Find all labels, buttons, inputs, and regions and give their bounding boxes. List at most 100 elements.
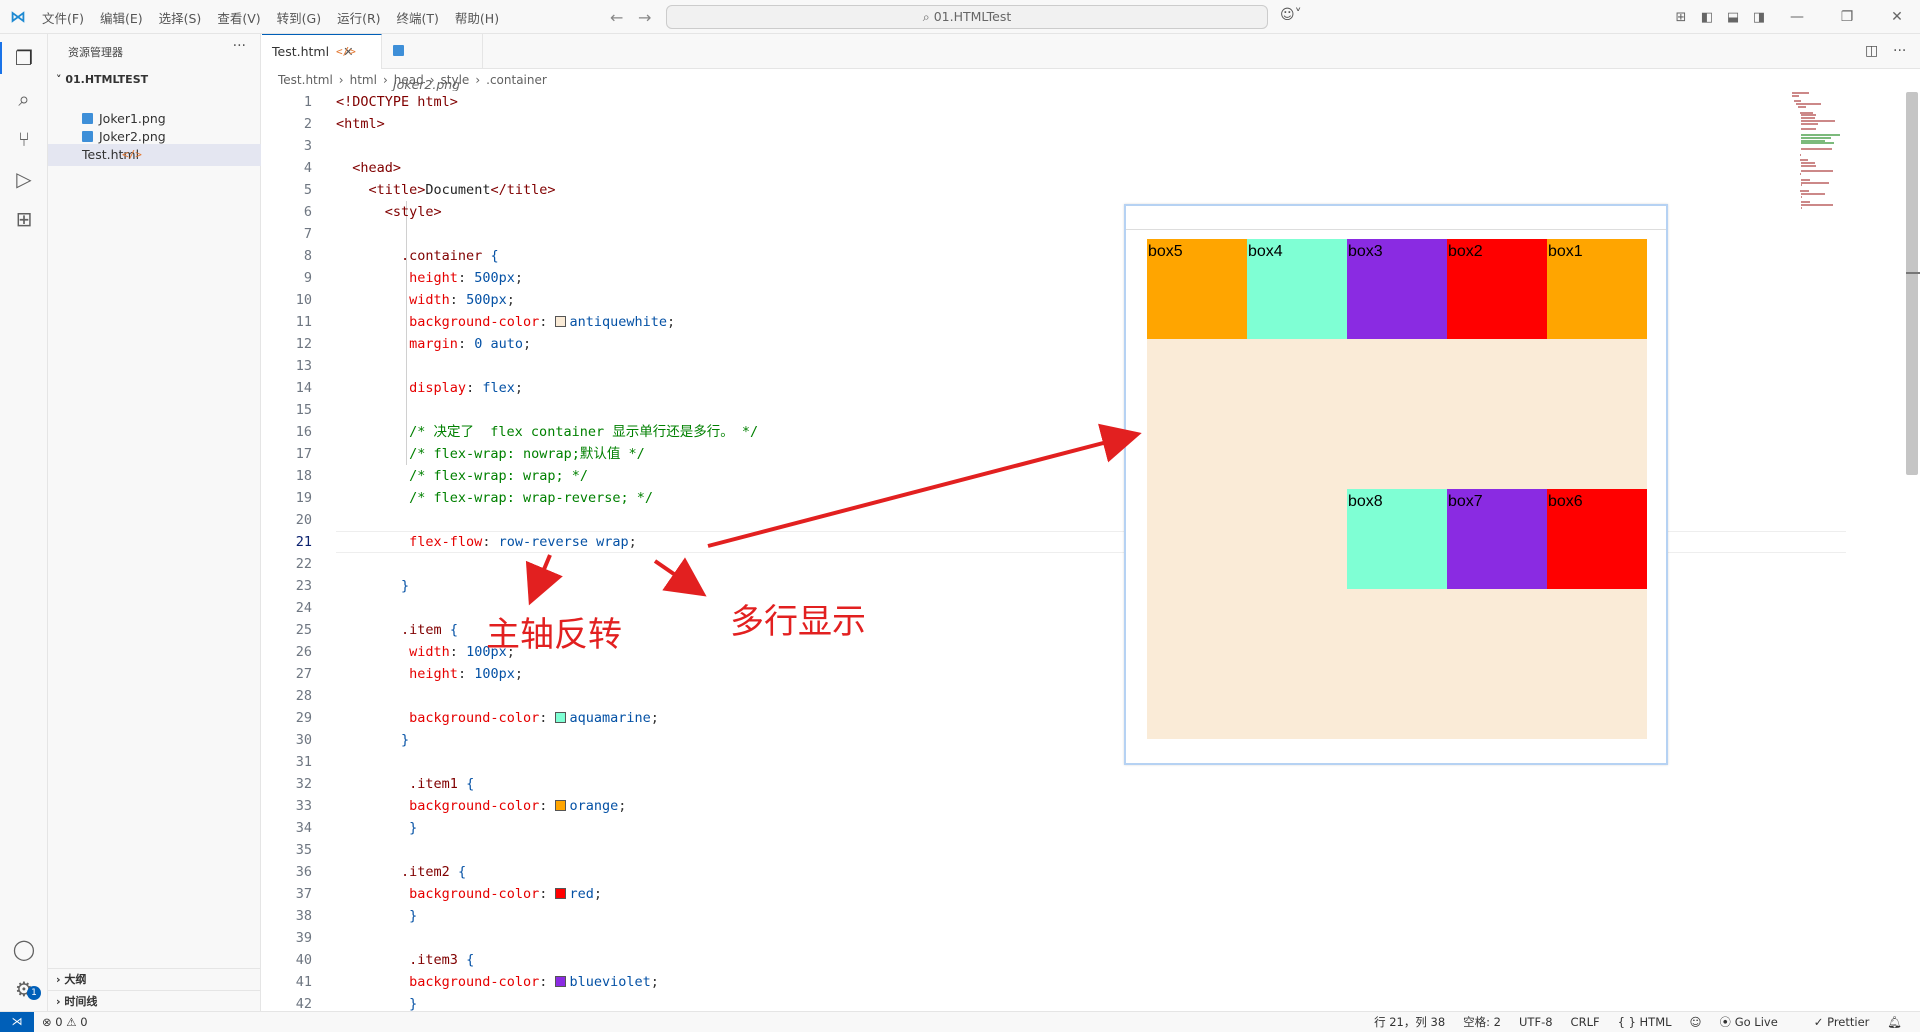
code-line[interactable]: /* flex-wrap: wrap-reverse; */: [336, 487, 758, 509]
close-window-button[interactable]: ✕: [1874, 9, 1920, 25]
notifications-bell-icon[interactable]: 🔔︎: [1887, 1015, 1902, 1029]
code-line[interactable]: [336, 355, 758, 377]
code-line[interactable]: display: flex;: [336, 377, 758, 399]
code-line[interactable]: /* flex-wrap: nowrap;默认值 */: [336, 443, 758, 465]
code-line[interactable]: height: 500px;: [336, 267, 758, 289]
search-icon[interactable]: ⌕: [12, 87, 36, 111]
code-token: }: [401, 578, 410, 594]
folder-header[interactable]: ˅ 01.HTMLTEST: [48, 70, 261, 90]
code-line[interactable]: <html>: [336, 113, 758, 135]
code-line[interactable]: background-color: blueviolet;: [336, 971, 758, 993]
menu-item[interactable]: 转到(G): [277, 8, 321, 27]
code-line[interactable]: [336, 751, 758, 773]
source-control-icon[interactable]: ⑂: [12, 127, 36, 151]
vertical-scrollbar[interactable]: [1906, 92, 1918, 475]
code-line[interactable]: <!DOCTYPE html>: [336, 91, 758, 113]
breadcrumb-item[interactable]: .container: [486, 69, 547, 91]
prettier-status[interactable]: ✓ Prettier: [1814, 1015, 1870, 1029]
breadcrumb-item[interactable]: style: [441, 69, 470, 91]
code-line[interactable]: width: 500px;: [336, 289, 758, 311]
code-line[interactable]: .item1 {: [336, 773, 758, 795]
menu-item[interactable]: 运行(R): [337, 8, 380, 27]
copilot-status-icon[interactable]: ☺: [1690, 1015, 1702, 1029]
code-token: display: [409, 380, 467, 396]
code-line[interactable]: [336, 685, 758, 707]
code-line[interactable]: .container {: [336, 245, 758, 267]
restore-button[interactable]: ❐: [1824, 9, 1870, 25]
run-debug-icon[interactable]: ▷: [12, 167, 36, 191]
tab-test-html[interactable]: </> Test.html ✕: [262, 34, 382, 69]
breadcrumb-item[interactable]: html: [350, 69, 377, 91]
code-line[interactable]: [336, 553, 758, 575]
code-line[interactable]: }: [336, 575, 758, 597]
menu-item[interactable]: 终端(T): [397, 8, 439, 27]
menu-item[interactable]: 文件(F): [42, 8, 84, 27]
problems-indicator[interactable]: ⊗ 0 ⚠ 0: [42, 1012, 88, 1032]
code-line[interactable]: height: 100px;: [336, 663, 758, 685]
cursor-position[interactable]: 行 21，列 38: [1374, 1014, 1445, 1030]
code-line[interactable]: flex-flow: row-reverse wrap;: [336, 531, 758, 553]
copilot-icon[interactable]: ☺˅: [1280, 7, 1302, 23]
account-icon[interactable]: ◯: [12, 937, 36, 961]
code-line[interactable]: background-color: red;: [336, 883, 758, 905]
code-line[interactable]: margin: 0 auto;: [336, 333, 758, 355]
encoding[interactable]: UTF-8: [1519, 1015, 1553, 1029]
indentation[interactable]: 空格: 2: [1463, 1014, 1501, 1030]
code-line[interactable]: [336, 399, 758, 421]
code-line[interactable]: /* flex-wrap: wrap; */: [336, 465, 758, 487]
toggle-panel-icon[interactable]: ⬓: [1722, 10, 1744, 25]
file-item[interactable]: </> Test.html: [48, 144, 261, 166]
code-line[interactable]: background-color: orange;: [336, 795, 758, 817]
extensions-icon[interactable]: ⊞: [12, 207, 36, 231]
code-line[interactable]: .item3 {: [336, 949, 758, 971]
breadcrumb-item[interactable]: Test.html: [278, 69, 333, 91]
toggle-secondary-sidebar-icon[interactable]: ◨: [1748, 10, 1770, 25]
remote-indicator-icon[interactable]: ⋊: [0, 1012, 34, 1032]
command-center-search[interactable]: ⌕ 01.HTMLTest: [666, 5, 1268, 29]
more-actions-icon[interactable]: ···: [233, 38, 246, 54]
code-editor[interactable]: 1 2 3 4 5 6 7 8 9 10 11 12 13 14 15 16 17 18 19 20 21 22 23 24 2…: [262, 91, 1920, 1011]
code-line[interactable]: .item2 {: [336, 861, 758, 883]
explorer-icon[interactable]: ❐: [12, 46, 36, 70]
toggle-sidebar-icon[interactable]: ◧: [1696, 10, 1718, 25]
menu-item[interactable]: 查看(V): [217, 8, 260, 27]
code-line[interactable]: background-color: aquamarine;: [336, 707, 758, 729]
code-line[interactable]: }: [336, 817, 758, 839]
code-line[interactable]: <style>: [336, 201, 758, 223]
go-live-button[interactable]: ⦿ Go Live: [1720, 1014, 1796, 1030]
code-line[interactable]: [336, 135, 758, 157]
menu-item[interactable]: 编辑(E): [100, 8, 143, 27]
code-line[interactable]: }: [336, 905, 758, 927]
minimize-button[interactable]: —: [1774, 9, 1820, 25]
code-line[interactable]: <head>: [336, 157, 758, 179]
code-line[interactable]: /* 决定了 flex container 显示单行还是多行。 */: [336, 421, 758, 443]
line-ending[interactable]: CRLF: [1571, 1015, 1600, 1029]
language-mode[interactable]: { } HTML: [1618, 1015, 1672, 1029]
code-line[interactable]: <title>Document</title>: [336, 179, 758, 201]
outline-label: 大纲: [64, 973, 87, 986]
forward-arrow-icon[interactable]: →: [638, 8, 651, 27]
split-editor-icon[interactable]: ◫: [1865, 43, 1878, 59]
menu-item[interactable]: 选择(S): [159, 8, 202, 27]
more-actions-icon[interactable]: ···: [1893, 43, 1906, 59]
breadcrumb-item[interactable]: head: [394, 69, 424, 91]
code-line[interactable]: }: [336, 729, 758, 751]
back-arrow-icon[interactable]: ←: [610, 8, 623, 27]
code-line[interactable]: background-color: antiquewhite;: [336, 311, 758, 333]
menu-item[interactable]: 帮助(H): [455, 8, 499, 27]
outline-section[interactable]: › 大纲: [48, 968, 261, 990]
minimap[interactable]: [1792, 92, 1852, 212]
code-line[interactable]: [336, 839, 758, 861]
tab-joker2-png[interactable]: Joker2.png: [383, 34, 483, 92]
code-line[interactable]: [336, 927, 758, 949]
code-line[interactable]: }: [336, 993, 758, 1011]
customize-layout-icon[interactable]: ⊞: [1670, 10, 1692, 25]
flex-item-box: box5: [1147, 239, 1247, 339]
code-line[interactable]: [336, 509, 758, 531]
minimap-line: [1794, 100, 1801, 103]
code-content[interactable]: <!DOCTYPE html> <html> <head> <title>Docu…: [336, 91, 758, 1011]
code-line[interactable]: [336, 223, 758, 245]
breadcrumb-separator: ›: [338, 73, 344, 87]
timeline-section[interactable]: › 时间线: [48, 990, 261, 1012]
